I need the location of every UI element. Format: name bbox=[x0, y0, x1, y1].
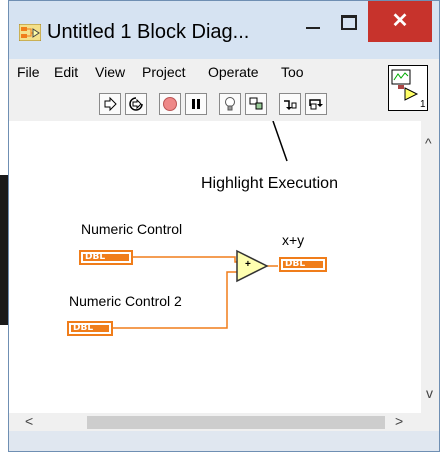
step-over-button[interactable] bbox=[305, 93, 327, 115]
numeric-control-type: DBL bbox=[83, 253, 129, 262]
menu-view[interactable]: View bbox=[95, 64, 125, 80]
block-diagram-canvas[interactable]: Highlight Execution Numeric Control DBL … bbox=[9, 121, 421, 413]
scroll-up-arrow[interactable]: ^ bbox=[425, 135, 432, 151]
abort-button[interactable] bbox=[159, 93, 181, 115]
numeric-control-2-terminal[interactable]: DBL bbox=[67, 321, 113, 336]
run-button[interactable] bbox=[99, 93, 121, 115]
highlight-execution-annotation: Highlight Execution bbox=[201, 175, 338, 192]
step-into-button[interactable] bbox=[279, 93, 301, 115]
step-over-icon bbox=[309, 99, 323, 110]
vertical-scrollbar[interactable]: ^ v bbox=[421, 121, 439, 413]
retain-wire-values-button[interactable] bbox=[245, 93, 267, 115]
indicator-type: DBL bbox=[283, 260, 323, 269]
minimize-button[interactable] bbox=[300, 13, 328, 35]
pause-icon bbox=[192, 99, 200, 109]
block-diagram-window: Untitled 1 Block Diag... ✕ File Edit Vie… bbox=[8, 0, 440, 452]
retain-wire-values-icon bbox=[249, 97, 263, 110]
step-into-icon bbox=[284, 100, 297, 110]
pause-button[interactable] bbox=[185, 93, 207, 115]
numeric-control-label: Numeric Control bbox=[81, 221, 183, 237]
abort-icon bbox=[163, 97, 177, 111]
menu-file[interactable]: File bbox=[17, 64, 40, 80]
menu-edit[interactable]: Edit bbox=[54, 64, 78, 80]
window-title: Untitled 1 Block Diag... bbox=[47, 21, 250, 43]
menu-project[interactable]: Project bbox=[142, 64, 186, 80]
block-diagram-icon bbox=[19, 24, 41, 41]
scroll-right-arrow[interactable]: > bbox=[395, 413, 403, 429]
numeric-control-2-type: DBL bbox=[71, 324, 109, 333]
run-continuously-icon bbox=[129, 97, 143, 111]
menu-tools[interactable]: Too bbox=[281, 64, 304, 80]
horizontal-scroll-thumb[interactable] bbox=[87, 416, 385, 429]
menu-bar: File Edit View Project Operate Too bbox=[9, 59, 439, 87]
lightbulb-icon bbox=[225, 97, 235, 111]
scroll-down-arrow[interactable]: v bbox=[426, 385, 433, 401]
scrollbar-corner bbox=[421, 413, 439, 431]
annotation-arrow-line bbox=[113, 121, 288, 329]
title-bar[interactable]: Untitled 1 Block Diag... ✕ bbox=[9, 1, 439, 59]
highlight-execution-button[interactable] bbox=[219, 93, 241, 115]
scroll-left-arrow[interactable]: < bbox=[25, 413, 33, 429]
numeric-control-2-label: Numeric Control 2 bbox=[69, 293, 182, 309]
run-icon bbox=[104, 96, 117, 112]
run-continuously-button[interactable] bbox=[125, 93, 147, 115]
menu-operate[interactable]: Operate bbox=[208, 64, 259, 80]
vi-icon-number: 1 bbox=[420, 99, 426, 110]
maximize-button[interactable] bbox=[334, 11, 362, 35]
numeric-control-terminal[interactable]: DBL bbox=[79, 250, 133, 265]
close-button[interactable]: ✕ bbox=[368, 1, 432, 42]
indicator-terminal[interactable]: DBL bbox=[279, 257, 327, 272]
toolbar bbox=[9, 87, 439, 122]
add-node-symbol: + bbox=[245, 259, 251, 270]
add-node-triangle bbox=[236, 249, 269, 283]
indicator-label: x+y bbox=[282, 232, 305, 248]
wire-control1 bbox=[133, 256, 239, 263]
